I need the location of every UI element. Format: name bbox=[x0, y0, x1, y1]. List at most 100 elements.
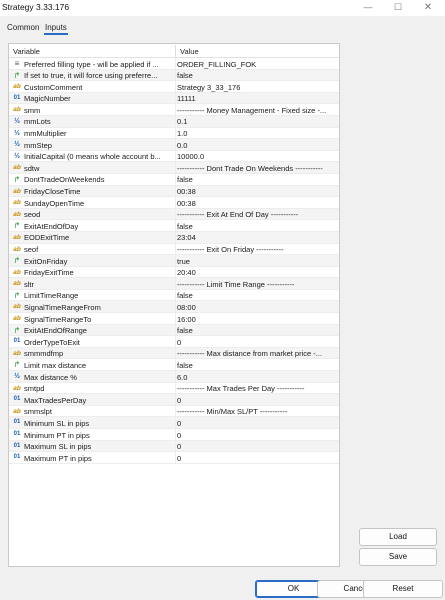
table-row[interactable]: ↱ ExitAtEndOfRange false bbox=[9, 324, 339, 337]
table-row[interactable]: ab sdtw ----------- Dont Trade On Weekends… bbox=[9, 162, 339, 174]
table-row[interactable]: 01 Minimum PT in pips 0 bbox=[9, 429, 339, 441]
parameter-value[interactable]: ----------- Limit Time Range ----------- bbox=[177, 280, 339, 289]
parameter-value[interactable]: ----------- Min/Max SL/PT ----------- bbox=[177, 407, 339, 416]
parameter-value[interactable]: 0 bbox=[177, 419, 339, 428]
reset-button[interactable]: Reset bbox=[363, 580, 443, 598]
table-row[interactable]: ab CustomComment Strategy 3_33_176 bbox=[9, 81, 339, 93]
inputs-grid: Variable Value ≡ Preferred filling type -… bbox=[8, 43, 340, 567]
table-row[interactable]: ↱ DontTradeOnWeekends false bbox=[9, 173, 339, 186]
table-row[interactable]: ab FridayCloseTime 00:38 bbox=[9, 185, 339, 198]
parameter-value[interactable]: 0 bbox=[177, 431, 339, 440]
table-row[interactable]: ↱ ExitAtEndOfDay false bbox=[9, 220, 339, 232]
parameter-value[interactable]: 16:00 bbox=[177, 315, 339, 324]
table-row[interactable]: ab smmmdfmp ----------- Max distance from … bbox=[9, 347, 339, 360]
parameter-value[interactable]: ORDER_FILLING_FOK bbox=[177, 60, 339, 69]
parameter-value[interactable]: false bbox=[177, 291, 339, 300]
cell-divider bbox=[175, 394, 176, 405]
table-row[interactable]: ↱ ExitOnFriday true bbox=[9, 255, 339, 267]
tab-inputs[interactable]: Inputs bbox=[44, 23, 68, 35]
load-button[interactable]: Load bbox=[359, 528, 437, 546]
table-row[interactable]: ↱ If set to true, it will force using pre… bbox=[9, 69, 339, 82]
table-row[interactable]: 01 OrderTypeToExit 0 bbox=[9, 336, 339, 348]
parameter-value[interactable]: 0 bbox=[177, 338, 339, 347]
parameter-value[interactable]: 20:40 bbox=[177, 268, 339, 277]
table-row[interactable]: ½ Max distance % 6.0 bbox=[9, 371, 339, 383]
parameter-value[interactable]: 0.1 bbox=[177, 117, 339, 126]
tab-common[interactable]: Common bbox=[7, 23, 39, 32]
save-button[interactable]: Save bbox=[359, 548, 437, 566]
table-row[interactable]: ½ mmMultiplier 1.0 bbox=[9, 127, 339, 140]
minimize-icon[interactable]: — bbox=[353, 0, 383, 16]
cell-divider bbox=[175, 104, 176, 115]
table-row[interactable]: ≡ Preferred filling type - will be applie… bbox=[9, 58, 339, 70]
parameter-name: DontTradeOnWeekends bbox=[24, 175, 105, 185]
integer-type-icon: 01 bbox=[13, 454, 21, 461]
table-row[interactable]: ab SundayOpenTime 00:38 bbox=[9, 197, 339, 209]
table-row[interactable]: 01 Maximum SL in pips 0 bbox=[9, 440, 339, 453]
parameter-value[interactable]: 23:04 bbox=[177, 233, 339, 242]
parameter-value[interactable]: ----------- Max Trades Per Day ---------… bbox=[177, 384, 339, 393]
parameter-value[interactable]: ----------- Dont Trade On Weekends -----… bbox=[177, 164, 339, 173]
parameter-value[interactable]: false bbox=[177, 361, 339, 370]
cell-divider bbox=[175, 69, 176, 81]
string-type-icon: ab bbox=[13, 83, 21, 91]
table-row[interactable]: ab seod ----------- Exit At End Of Day ---… bbox=[9, 208, 339, 221]
table-row[interactable]: ab SignalTimeRangeTo 16:00 bbox=[9, 313, 339, 325]
cell-divider bbox=[175, 243, 176, 255]
cell-divider bbox=[175, 127, 176, 139]
cell-divider bbox=[175, 452, 176, 463]
parameter-value[interactable]: 1.0 bbox=[177, 129, 339, 138]
parameter-value[interactable]: ----------- Exit On Friday ----------- bbox=[177, 245, 339, 254]
parameter-name: SignalTimeRangeTo bbox=[24, 314, 92, 324]
cell-divider bbox=[175, 162, 176, 173]
table-row[interactable]: ↱ LimitTimeRange false bbox=[9, 289, 339, 302]
parameter-value[interactable]: Strategy 3_33_176 bbox=[177, 83, 339, 92]
parameter-value[interactable]: 10000.0 bbox=[177, 152, 339, 161]
table-row[interactable]: ½ InitialCapital (0 means whole account b… bbox=[9, 150, 339, 163]
cell-divider bbox=[175, 405, 176, 417]
parameter-value[interactable]: 11111 bbox=[177, 94, 339, 103]
table-row[interactable]: ½ mmLots 0.1 bbox=[9, 115, 339, 128]
cell-divider bbox=[175, 185, 176, 197]
parameter-value[interactable]: 08:00 bbox=[177, 303, 339, 312]
parameter-name: SignalTimeRangeFrom bbox=[24, 302, 101, 312]
enum-type-icon: ≡ bbox=[14, 59, 20, 68]
table-row[interactable]: ab smm ----------- Money Management - Fixe… bbox=[9, 104, 339, 116]
integer-type-icon: 01 bbox=[13, 338, 21, 345]
parameter-value[interactable]: 0.0 bbox=[177, 141, 339, 150]
table-row[interactable]: 01 MagicNumber 11111 bbox=[9, 92, 339, 105]
table-row[interactable]: 01 MaxTradesPerDay 0 bbox=[9, 394, 339, 406]
parameter-value[interactable]: false bbox=[177, 71, 339, 80]
parameter-value[interactable]: 0 bbox=[177, 442, 339, 451]
column-header-value[interactable]: Value bbox=[180, 47, 199, 56]
parameter-value[interactable]: ----------- Max distance from market pri… bbox=[177, 349, 339, 358]
parameter-value[interactable]: false bbox=[177, 222, 339, 231]
column-divider[interactable] bbox=[175, 45, 176, 57]
close-icon[interactable]: ✕ bbox=[413, 0, 443, 16]
table-row[interactable]: ab SignalTimeRangeFrom 08:00 bbox=[9, 301, 339, 314]
parameter-value[interactable]: false bbox=[177, 175, 339, 184]
maximize-icon[interactable]: ☐ bbox=[383, 0, 413, 16]
table-row[interactable]: ab EODExitTime 23:04 bbox=[9, 231, 339, 244]
table-row[interactable]: 01 Maximum PT in pips 0 bbox=[9, 452, 339, 464]
column-header-variable[interactable]: Variable bbox=[13, 47, 40, 56]
table-row[interactable]: ab sltr ----------- Limit Time Range -----… bbox=[9, 278, 339, 290]
parameter-value[interactable]: 0 bbox=[177, 454, 339, 463]
parameter-value[interactable]: ----------- Exit At End Of Day ---------… bbox=[177, 210, 339, 219]
table-row[interactable]: ab FridayExitTime 20:40 bbox=[9, 266, 339, 279]
parameter-value[interactable]: ----------- Money Management - Fixed siz… bbox=[177, 106, 339, 115]
parameter-value[interactable]: 0 bbox=[177, 396, 339, 405]
table-row[interactable]: ½ mmStep 0.0 bbox=[9, 139, 339, 151]
table-row[interactable]: ab seof ----------- Exit On Friday -------… bbox=[9, 243, 339, 256]
parameter-name: seof bbox=[24, 245, 39, 254]
table-row[interactable]: ab smtpd ----------- Max Trades Per Day --… bbox=[9, 382, 339, 395]
parameter-value[interactable]: true bbox=[177, 257, 339, 266]
parameter-value[interactable]: 00:38 bbox=[177, 187, 339, 196]
table-row[interactable]: 01 Minimum SL in pips 0 bbox=[9, 417, 339, 429]
parameter-value[interactable]: 00:38 bbox=[177, 199, 339, 208]
parameter-value[interactable]: false bbox=[177, 326, 339, 335]
parameter-value[interactable]: 6.0 bbox=[177, 373, 339, 382]
cell-divider bbox=[175, 115, 176, 127]
table-row[interactable]: ab smmslpt ----------- Min/Max SL/PT -----… bbox=[9, 405, 339, 418]
table-row[interactable]: ↱ Limit max distance false bbox=[9, 359, 339, 372]
